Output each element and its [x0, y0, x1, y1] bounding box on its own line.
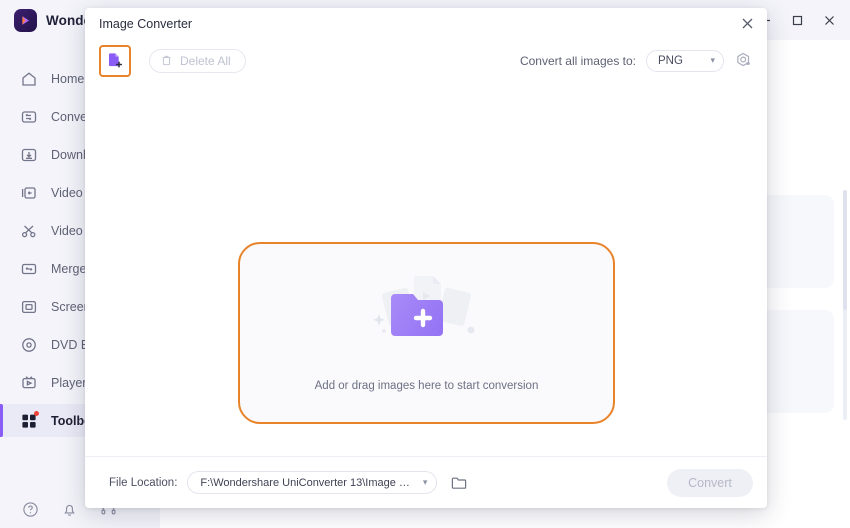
toolbox-badge — [34, 410, 39, 416]
dialog-close-button[interactable] — [733, 10, 761, 36]
dialog-body: Add or drag images here to start convers… — [85, 82, 767, 456]
chevron-down-icon: ▾ — [422, 477, 428, 487]
convert-button-label: Convert — [688, 475, 732, 490]
output-settings-icon[interactable] — [734, 51, 753, 70]
drop-zone[interactable]: Add or drag images here to start convers… — [238, 242, 615, 424]
screen-recorder-icon — [21, 300, 37, 313]
file-location-label: File Location: — [109, 476, 178, 489]
trash-icon — [162, 55, 171, 66]
image-converter-dialog: Image Converter Delete All Convert all i… — [85, 8, 767, 508]
output-format-controls: Convert all images to: PNG ▾ — [519, 49, 753, 72]
content-scrollbar[interactable] — [843, 190, 847, 420]
download-icon — [21, 148, 37, 161]
add-file-icon — [108, 53, 122, 68]
dialog-toolbar: Delete All Convert all images to: PNG ▾ — [85, 39, 767, 82]
add-folder-illustration — [367, 268, 487, 354]
merger-icon — [21, 263, 37, 274]
sidebar-item-label: Player — [51, 375, 87, 390]
sidebar-item-label: Home — [51, 71, 85, 86]
convert-all-label: Convert all images to: — [519, 53, 636, 68]
toolbox-icon-wrap — [20, 410, 39, 430]
file-location-value: F:\Wondershare UniConverter 13\Image Out… — [200, 476, 417, 489]
format-select-value: PNG — [658, 54, 683, 67]
help-icon[interactable] — [22, 501, 39, 518]
format-select[interactable]: PNG ▾ — [646, 49, 724, 72]
home-icon — [22, 71, 36, 86]
delete-all-label: Delete All — [180, 53, 231, 68]
bell-icon[interactable] — [61, 501, 78, 518]
scrollbar-thumb[interactable] — [843, 190, 847, 310]
close-button[interactable] — [814, 6, 844, 34]
add-files-button[interactable] — [99, 44, 131, 77]
converter-icon — [21, 110, 37, 123]
dialog-title: Image Converter — [99, 16, 193, 31]
folder-icon[interactable] — [450, 474, 468, 492]
wondershare-logo-icon — [14, 8, 37, 32]
file-location-input[interactable]: F:\Wondershare UniConverter 13\Image Out… — [187, 471, 438, 494]
dialog-footer: File Location: F:\Wondershare UniConvert… — [85, 456, 767, 508]
maximize-button[interactable] — [782, 6, 812, 34]
screen: Wondershare UniConverter Home — [0, 0, 850, 528]
chevron-down-icon: ▾ — [710, 55, 715, 65]
dvd-icon — [22, 337, 36, 352]
player-icon — [22, 375, 36, 388]
video-compress-icon — [21, 186, 36, 199]
convert-button[interactable]: Convert — [667, 468, 753, 497]
scissors-icon — [21, 225, 36, 237]
drop-zone-hint: Add or drag images here to start convers… — [314, 380, 539, 392]
dialog-header: Image Converter — [85, 8, 767, 39]
delete-all-button[interactable]: Delete All — [149, 48, 246, 73]
